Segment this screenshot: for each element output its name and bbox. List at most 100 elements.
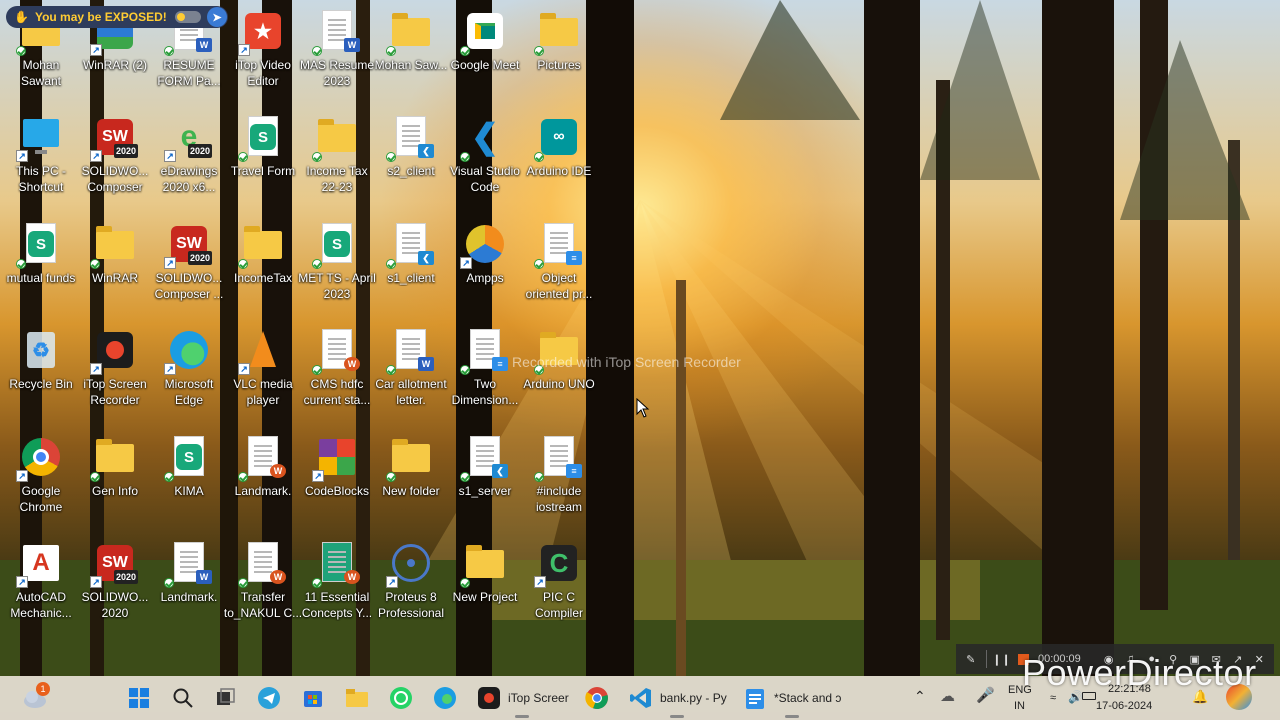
desktop-icon[interactable]: WinRAR	[78, 217, 152, 317]
google-meet-icon	[460, 8, 508, 56]
whatsapp-button[interactable]	[388, 682, 414, 714]
desktop-icon[interactable]: W Car allotment letter.	[374, 323, 448, 423]
desktop-icon[interactable]: ↗ Microsoft Edge	[152, 323, 226, 423]
desktop-icon[interactable]: SW 2020 ↗ SOLIDWO... Composer ...	[152, 217, 226, 317]
vscode-taskbar-button[interactable]: bank.py - Pу	[628, 682, 727, 718]
desktop-icon[interactable]: ≡ Object oriented pr...	[522, 217, 596, 317]
desktop-icon-label: Gen Info	[91, 484, 139, 498]
desktop-icon[interactable]: W CMS hdfc current sta...	[300, 323, 374, 423]
recycle-bin-icon: ♻	[18, 327, 64, 373]
desktop-icon[interactable]: ❮ s1_client	[374, 217, 448, 317]
desktop-icon[interactable]: A ↗ AutoCAD Mechanic...	[4, 536, 78, 636]
telegram-button[interactable]	[256, 682, 282, 714]
folder-icon	[386, 8, 434, 56]
desktop-icon-label: IncomeTax	[233, 271, 293, 285]
region-indicator[interactable]: IN	[1014, 700, 1025, 712]
desktop-icon[interactable]: ≡ Two Dimension...	[448, 323, 522, 423]
desktop-icon[interactable]: W Transfer to_NAKUL C...	[224, 536, 302, 636]
desktop-icon[interactable]: S MET TS - April 2023	[298, 217, 376, 317]
shortcut-arrow-icon: ↗	[312, 470, 324, 482]
notepad-taskbar-button[interactable]: *Stack and ɔ	[742, 682, 841, 718]
desktop-icon[interactable]: Google Meet	[448, 4, 522, 104]
desktop-icon[interactable]: ↗ VLC media player	[226, 323, 300, 423]
desktop-icon-label: MAS Resume 2023	[299, 58, 375, 88]
word-doc-icon: W	[386, 327, 434, 375]
desktop-icon-label: s2_client	[387, 164, 435, 178]
desktop-icon[interactable]: ♻ Recycle Bin	[4, 323, 78, 423]
file-explorer-icon	[344, 685, 370, 711]
folder-icon	[90, 434, 138, 482]
desktop-icon-label: Two Dimension...	[451, 377, 519, 407]
desktop-icon[interactable]: W Landmark.	[226, 430, 300, 530]
desktop-icon[interactable]: ↗ Proteus 8 Professional	[374, 536, 448, 636]
file-explorer-button[interactable]	[344, 682, 370, 714]
pause-icon[interactable]: ❙❙	[992, 652, 1010, 666]
desktop-icon[interactable]: Smutual funds	[4, 217, 78, 317]
desktop-icon[interactable]: New Project	[448, 536, 522, 636]
arrow-right-icon[interactable]: ➤	[207, 7, 227, 27]
desktop-icon[interactable]: W 11 Essential Concepts Y...	[300, 536, 374, 636]
notepad-doc-icon: ≡	[534, 221, 582, 269]
desktop-icon[interactable]: S KIMA	[152, 430, 226, 530]
desktop-icon[interactable]: Income Tax 22-23	[300, 110, 374, 210]
vpn-toggle[interactable]	[175, 11, 201, 23]
desktop-icon[interactable]: C ↗ PIC C Compiler	[522, 536, 596, 636]
desktop-icon[interactable]: Pictures	[522, 4, 596, 104]
desktop-icon[interactable]: SW 2020 ↗ SOLIDWO... Composer	[78, 110, 152, 210]
wps-doc-icon: W	[238, 434, 286, 482]
desktop-icon[interactable]: IncomeTax	[226, 217, 300, 317]
desktop-icon-label: This PC - Shortcut	[15, 164, 66, 194]
desktop-icon[interactable]: ❮ s1_server	[448, 430, 522, 530]
start-button[interactable]	[126, 682, 152, 714]
sync-check-icon	[534, 46, 544, 56]
desktop-icon-label: CodeBlocks	[304, 484, 370, 498]
desktop-icon[interactable]: ↗ Google Chrome	[4, 430, 78, 530]
itop-recorder-taskbar-button[interactable]: iTop Screer	[476, 682, 569, 718]
microsoft-store-button[interactable]	[300, 682, 326, 714]
desktop-icon[interactable]: ↗ This PC - Shortcut	[4, 110, 78, 210]
sync-check-icon	[312, 259, 322, 269]
task-view-button[interactable]	[212, 682, 238, 714]
chevron-up-icon[interactable]: ⌃	[914, 688, 926, 705]
edge-taskbar-button[interactable]	[432, 682, 458, 714]
desktop-icon-label: Pictures	[537, 58, 581, 72]
desktop-icon-label: #include iostream	[535, 484, 582, 514]
desktop-icon[interactable]: ★ ↗ iTop Video Editor	[226, 4, 300, 104]
desktop-icon[interactable]: W Landmark.	[152, 536, 226, 636]
desktop-icon-label: SOLIDWO... Composer	[81, 164, 149, 194]
pic-c-icon: C ↗	[534, 540, 582, 588]
desktop-icon[interactable]: S Travel Form	[226, 110, 300, 210]
desktop-icon[interactable]: SW 2020 ↗ SOLIDWO... 2020	[78, 536, 152, 636]
search-button[interactable]	[170, 682, 196, 714]
desktop-icon[interactable]: ∞ Arduino IDE	[522, 110, 596, 210]
desktop-icon[interactable]: ↗ Ampps	[448, 217, 522, 317]
wps-sheet-icon: S	[238, 114, 286, 162]
chrome-taskbar-button[interactable]	[584, 682, 610, 714]
solidworks-icon: SW 2020 ↗	[90, 114, 138, 162]
desktop-icon-label: New Project	[452, 590, 518, 604]
clock-date[interactable]: 17-06-2024	[1096, 700, 1152, 712]
edge-icon: ↗	[164, 327, 212, 375]
desktop-icon[interactable]: e 2020 ↗ eDrawings 2020 x6...	[152, 110, 226, 210]
desktop-icon[interactable]: W MAS Resume 2023	[300, 4, 374, 104]
toolbar-divider	[985, 650, 987, 668]
arduino-icon: ∞	[534, 114, 582, 162]
desktop-icon[interactable]: Gen Info	[78, 430, 152, 530]
weather-widget[interactable]: 1	[22, 682, 50, 714]
exposed-warning-banner[interactable]: ✋ You may be EXPOSED! ➤	[6, 6, 228, 28]
desktop-icon[interactable]: ≡ #include iostream	[522, 430, 596, 530]
desktop-icon[interactable]: ❮ s2_client	[374, 110, 448, 210]
desktop-icon[interactable]: ❮ Visual Studio Code	[448, 110, 522, 210]
microphone-icon[interactable]: 🎤	[976, 686, 995, 704]
desktop-icon-label: VLC media player	[233, 377, 293, 407]
desktop-icon[interactable]: Mohan Saw...	[374, 4, 448, 104]
sync-check-icon	[164, 46, 174, 56]
onedrive-cloud-icon[interactable]: ☁	[940, 687, 955, 705]
sync-check-icon	[386, 259, 396, 269]
pen-icon[interactable]: ✎	[964, 652, 978, 666]
desktop-icon[interactable]: New folder	[374, 430, 448, 530]
sync-check-icon	[238, 578, 248, 588]
desktop-icon[interactable]: Arduino UNO	[522, 323, 596, 423]
desktop-icon[interactable]: ↗ iTop Screen Recorder	[78, 323, 152, 423]
desktop-icon[interactable]: ↗ CodeBlocks	[300, 430, 374, 530]
